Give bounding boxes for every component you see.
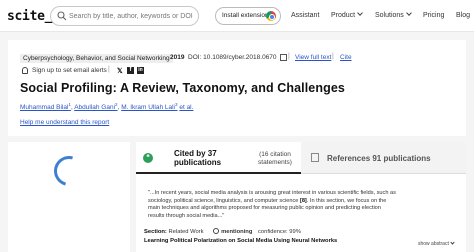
journal-name[interactable]: Cyberpsychology, Behavior, and Social Ne… [20,54,173,63]
cited-by-label: Cited by 37 publications [174,149,222,167]
chrome-icon [266,11,276,21]
chevron-down-icon [357,10,363,16]
show-abstract-button[interactable]: show abstract [418,240,455,247]
search-box[interactable] [50,6,199,26]
citation-meta: Section: Related Work mentioning confide… [144,228,301,235]
email-alerts-link[interactable]: Sign up to set email alerts [32,67,107,74]
publication-year: 2019 [170,54,185,61]
citations-panel: ❝ Cited by 37 publications (16 citation … [136,142,466,252]
scite-logo[interactable]: scite_ [7,9,52,24]
help-understand-report-link[interactable]: Help me understand this report [20,119,109,126]
citation-snippet: "...In recent years, social media analys… [148,190,396,219]
mentioning-icon [213,228,220,234]
copy-icon[interactable] [280,54,287,61]
facebook-icon[interactable]: f [127,67,134,74]
bell-icon [22,67,28,74]
sidebar-panel [8,142,130,252]
author-list: Muhammad Bilal1, Abdullah Gani2, M. Ikra… [20,102,194,112]
paper-title: Social Profiling: A Review, Taxonomy, an… [20,81,345,95]
search-icon [57,11,67,21]
citation-statements-count: (16 citation statements) [258,151,292,166]
doi: DOI: 10.1089/cyber.2018.0670 [188,54,277,61]
nav-product[interactable]: Product [331,10,363,19]
tab-references[interactable]: References 91 publications [301,142,466,174]
quote-icon: ❝ [143,153,153,163]
nav-pricing[interactable]: Pricing [423,12,444,19]
twitter-icon[interactable]: 𝕏 [117,67,123,75]
top-nav: scite_ Install extension Assistant Produ… [0,0,474,32]
references-label: References 91 publications [327,154,431,163]
divider: | [108,66,110,73]
install-extension-label: Install extension [222,12,269,19]
section-value: Related Work [168,229,204,235]
chevron-down-icon [405,10,412,16]
author-link[interactable]: Abdullah Gani2 [74,102,117,111]
citing-paper-title[interactable]: Learning Political Polarization on Socia… [144,238,337,244]
linkedin-icon[interactable]: in [137,67,144,74]
mentioning-badge: mentioning [221,229,253,235]
cite-link[interactable]: Cite [340,54,352,61]
et-al-link[interactable]: et al. [179,104,193,111]
author-link[interactable]: M. Ikram Ullah Lali3 [121,102,177,111]
loading-spinner-icon [48,150,90,192]
author-link[interactable]: Muhammad Bilal1 [20,102,71,111]
document-icon [311,153,319,162]
nav-solutions[interactable]: Solutions [375,10,412,19]
divider: | [288,53,290,60]
confidence-value: confidence: 99% [258,229,301,235]
paper-header: Cyberpsychology, Behavior, and Social Ne… [8,40,466,136]
divider: | [332,53,334,60]
search-input[interactable] [69,9,197,23]
tab-cited-by[interactable]: ❝ Cited by 37 publications (16 citation … [136,142,301,174]
chevron-down-icon [450,240,455,245]
view-full-text-link[interactable]: View full text [295,54,331,61]
nav-assistant[interactable]: Assistant [291,12,319,19]
nav-blog[interactable]: Blog [456,12,470,19]
reference-marker: [8] [299,197,307,204]
install-extension-button[interactable]: Install extension [215,7,281,25]
